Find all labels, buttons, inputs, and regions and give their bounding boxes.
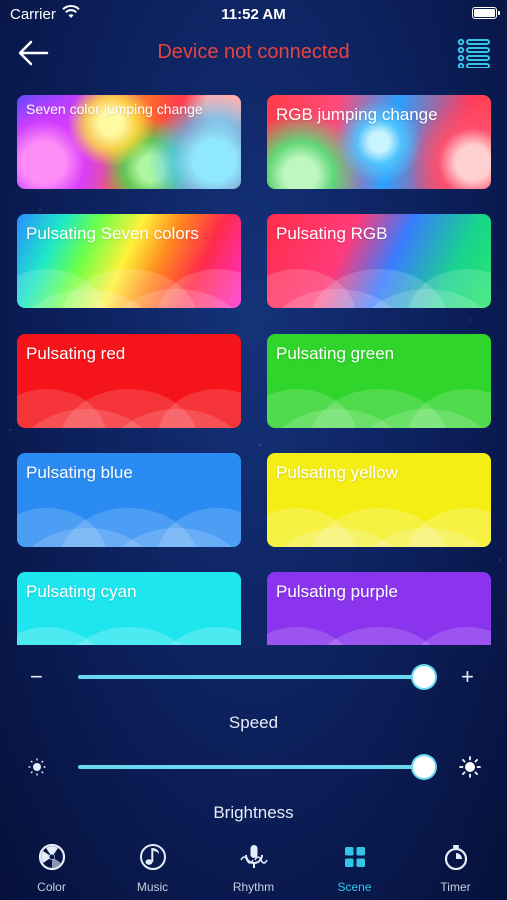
sun-dim-icon[interactable]	[28, 758, 46, 776]
scene-label: Pulsating RGB	[276, 224, 388, 243]
scene-label: Pulsating blue	[26, 463, 133, 482]
scene-grid: Seven color jumping change RGB jumping c…	[17, 95, 491, 645]
grid-icon	[344, 847, 365, 867]
clock: 11:52 AM	[221, 6, 286, 23]
scene-pulsating-cyan[interactable]: Pulsating cyan	[17, 572, 241, 645]
stopwatch-icon	[444, 845, 467, 871]
speed-decrease-button[interactable]: −	[30, 664, 43, 690]
tab-scene[interactable]: Scene	[304, 842, 405, 898]
brightness-slider-row	[0, 752, 507, 782]
list-menu-icon[interactable]	[457, 38, 491, 68]
tab-label: Scene	[337, 880, 372, 894]
brightness-slider-thumb[interactable]	[413, 756, 435, 778]
scene-pulsating-blue[interactable]: Pulsating blue	[17, 453, 241, 547]
speed-slider-row: − +	[0, 662, 507, 692]
brightness-slider-track[interactable]	[78, 765, 424, 769]
scene-label: Seven color jumping change	[26, 101, 203, 117]
scene-seven-color-jumping[interactable]: Seven color jumping change	[17, 95, 241, 189]
tab-music[interactable]: Music	[102, 842, 203, 898]
scene-pulsating-rgb[interactable]: Pulsating RGB	[267, 214, 491, 308]
nav-header: Device not connected	[0, 30, 507, 76]
status-bar: Carrier 11:52 AM	[0, 0, 507, 28]
scene-rgb-jumping[interactable]: RGB jumping change	[267, 95, 491, 189]
scene-label: RGB jumping change	[276, 105, 438, 124]
scene-label: Pulsating Seven colors	[26, 224, 199, 243]
music-note-icon	[139, 844, 166, 870]
speed-increase-button[interactable]: +	[461, 664, 474, 690]
scene-pulsating-red[interactable]: Pulsating red	[17, 334, 241, 428]
tab-label: Color	[37, 880, 66, 894]
tab-rhythm[interactable]: Rhythm	[203, 842, 304, 898]
tab-timer[interactable]: Timer	[405, 842, 506, 898]
scene-pulsating-yellow[interactable]: Pulsating yellow	[267, 453, 491, 547]
scene-label: Pulsating yellow	[276, 463, 398, 482]
scene-pulsating-purple[interactable]: Pulsating purple	[267, 572, 491, 645]
tab-label: Music	[136, 880, 169, 894]
scene-label: Pulsating green	[276, 344, 395, 363]
speed-slider-thumb[interactable]	[413, 666, 435, 688]
tab-bar: Color Music Rhythm Scene Timer	[0, 836, 507, 900]
brightness-label: Brightness	[213, 803, 294, 822]
tab-label: Rhythm	[232, 880, 275, 894]
page-title: Device not connected	[157, 41, 350, 63]
scene-pulsating-green[interactable]: Pulsating green	[267, 334, 491, 428]
tab-color[interactable]: Color	[1, 842, 102, 898]
tab-label: Timer	[440, 880, 471, 894]
speed-slider-track[interactable]	[78, 675, 424, 679]
scene-label: Pulsating purple	[276, 582, 398, 601]
battery-icon	[472, 7, 500, 19]
scene-label: Pulsating red	[26, 344, 126, 363]
scene-pulsating-seven-colors[interactable]: Pulsating Seven colors	[17, 214, 241, 308]
microphone-icon	[239, 845, 268, 868]
scene-label: Pulsating cyan	[26, 582, 137, 601]
sun-bright-icon[interactable]	[459, 756, 481, 778]
color-wheel-icon	[38, 843, 65, 871]
speed-label: Speed	[228, 713, 279, 732]
